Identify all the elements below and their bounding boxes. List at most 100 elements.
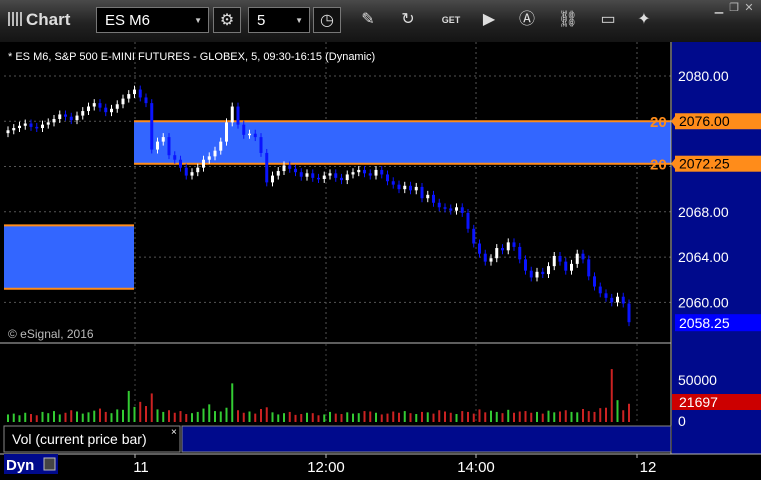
- candle-body: [604, 293, 608, 298]
- candle-body: [414, 186, 418, 191]
- chevron-down-icon[interactable]: ▼: [295, 8, 303, 34]
- candle-body: [18, 125, 21, 129]
- volume-tick-label: 0: [678, 413, 686, 429]
- candle-body: [558, 255, 562, 262]
- candle-body: [593, 276, 596, 287]
- candle-body: [317, 177, 320, 180]
- candle-body: [104, 107, 108, 113]
- candle-body: [506, 242, 510, 251]
- zone-left-label: 20: [650, 157, 667, 174]
- candle-body: [397, 184, 401, 190]
- toolbar: Chart ES M6 ▼ ⚙ 5 ▼ ◷ ✎ ↻ GET ▶ Ⓐ ⛓ ▭ ✦ ▁ …: [0, 0, 761, 43]
- candle-body: [391, 181, 395, 185]
- candle-body: [570, 263, 573, 271]
- candle-body: [501, 248, 504, 251]
- volume-tick-label: 50000: [678, 372, 717, 388]
- clock-icon[interactable]: ◷: [313, 7, 341, 33]
- candle-body: [455, 207, 458, 211]
- candle-body: [150, 103, 154, 150]
- candle-body: [127, 94, 131, 99]
- close-study-icon[interactable]: ×: [171, 427, 177, 438]
- candle-body: [345, 174, 349, 181]
- zone-price-tag-label: 2072.25: [679, 156, 730, 172]
- symbol-value: ES M6: [105, 12, 151, 29]
- candle-body: [58, 114, 62, 119]
- candle-body: [627, 303, 631, 323]
- candle-body: [374, 169, 378, 176]
- candle-body: [610, 297, 614, 303]
- interval-value: 5: [257, 12, 266, 29]
- candle-body: [167, 137, 171, 156]
- candle-body: [6, 130, 10, 134]
- lock-icon[interactable]: [43, 457, 56, 471]
- x-tick-label: 12:00: [307, 459, 345, 476]
- volume-study-bar: [181, 425, 672, 453]
- candle-body: [483, 253, 487, 262]
- comment-icon[interactable]: ▭: [594, 7, 622, 33]
- twitter-icon[interactable]: ✦: [630, 7, 658, 33]
- candle-body: [621, 296, 625, 304]
- zone-left-label: 20: [650, 114, 667, 131]
- candle-body: [202, 159, 205, 168]
- candle-body: [207, 156, 211, 160]
- candle-body: [69, 116, 73, 121]
- candle-body: [552, 255, 556, 267]
- candle-body: [432, 194, 435, 203]
- candle-body: [460, 207, 464, 213]
- candle-body: [409, 185, 412, 191]
- alert-icon[interactable]: Ⓐ: [513, 7, 541, 33]
- candle-body: [138, 89, 142, 98]
- candle-body: [328, 173, 332, 176]
- candle-body: [512, 242, 516, 247]
- candle-body: [426, 194, 430, 199]
- candle-body: [144, 97, 148, 104]
- interval-input[interactable]: 5 ▼: [248, 7, 310, 33]
- chart-header: * ES M6, S&P 500 E-MINI FUTURES - GLOBEX…: [8, 51, 375, 63]
- volume-last-label: 21697: [679, 394, 718, 410]
- candle-body: [334, 173, 338, 178]
- candle-body: [564, 261, 568, 271]
- candle-body: [437, 202, 441, 208]
- volume-study-label: Vol (current price bar): [12, 431, 147, 447]
- candle-body: [351, 172, 355, 175]
- y-tick-label: 2064.00: [678, 249, 729, 265]
- candle-body: [529, 270, 533, 278]
- candle-body: [541, 271, 545, 275]
- candle-body: [81, 111, 85, 116]
- chart-area[interactable]: 2080.002068.002064.002060.002072.002076.…: [0, 42, 761, 480]
- candle-body: [587, 259, 591, 277]
- candle-body: [478, 243, 481, 254]
- pencil-icon[interactable]: ✎: [354, 7, 382, 33]
- settings-gear-icon[interactable]: ⚙: [213, 7, 241, 33]
- candle-body: [276, 171, 280, 176]
- candle-body: [41, 124, 44, 129]
- dyn-label: Dyn: [6, 457, 34, 474]
- candle-body: [219, 141, 223, 151]
- candle-body: [64, 114, 67, 117]
- link-icon[interactable]: ⛓: [554, 7, 582, 33]
- symbol-input[interactable]: ES M6 ▼: [96, 7, 209, 33]
- candle-body: [230, 106, 234, 123]
- restore-icon[interactable]: ❐: [728, 2, 740, 14]
- candle-body: [253, 133, 257, 138]
- get-icon[interactable]: GET: [437, 7, 465, 33]
- play-icon[interactable]: ▶: [475, 7, 503, 33]
- candle-body: [271, 175, 274, 183]
- close-icon[interactable]: ✕: [743, 2, 755, 14]
- candle-body: [380, 169, 384, 175]
- candle-body: [443, 207, 447, 209]
- candle-body: [115, 104, 119, 109]
- refresh-icon[interactable]: ↻: [394, 7, 422, 33]
- candle-body: [368, 173, 372, 176]
- candle-body: [420, 186, 424, 199]
- candle-body: [518, 246, 522, 260]
- candle-body: [46, 122, 50, 125]
- last-price-label: 2058.25: [679, 315, 730, 331]
- minimize-icon[interactable]: ▁: [713, 2, 725, 14]
- candle-body: [363, 169, 366, 174]
- candle-body: [581, 253, 585, 260]
- chevron-down-icon[interactable]: ▼: [194, 8, 202, 34]
- x-tick-label: 12: [640, 459, 657, 476]
- candle-body: [196, 167, 200, 173]
- candle-body: [236, 106, 240, 125]
